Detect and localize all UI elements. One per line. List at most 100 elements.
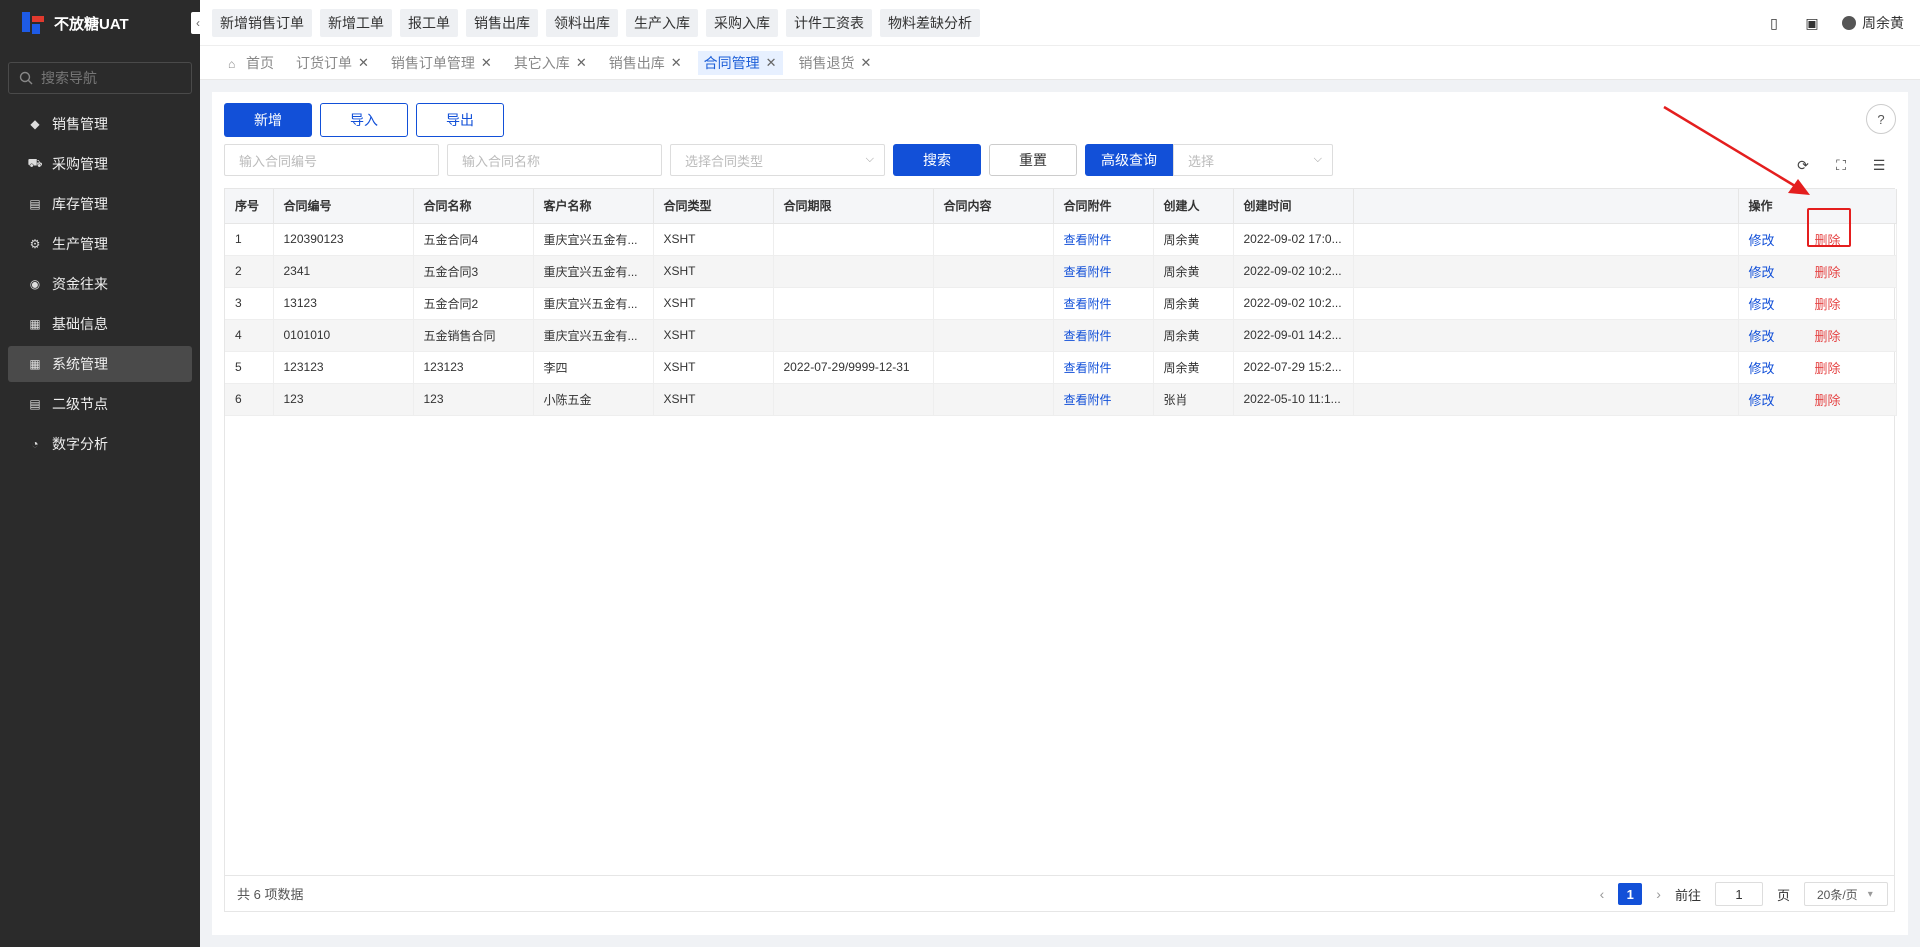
close-icon[interactable]: ✕ bbox=[481, 55, 492, 71]
delete-link[interactable]: 删除 bbox=[1815, 294, 1841, 313]
table-cell bbox=[773, 319, 934, 352]
fullscreen-icon[interactable]: ⛶ bbox=[1832, 156, 1850, 174]
sidebar-item[interactable]: ▦ 系统管理 bbox=[8, 346, 192, 382]
sidebar-item[interactable]: ⛟ 采购管理 bbox=[8, 146, 192, 182]
app-logo[interactable]: 不放糖UAT bbox=[0, 0, 200, 46]
table-cell: 周余黄 bbox=[1153, 223, 1234, 256]
sidebar-item-label: 销售管理 bbox=[52, 116, 108, 132]
quick-button[interactable]: 生产入库 bbox=[626, 8, 698, 37]
contract-no-input[interactable]: 输入合同编号 bbox=[224, 144, 439, 176]
sidebar-item[interactable]: ▦ 基础信息 bbox=[8, 306, 192, 342]
mobile-icon[interactable]: ▯ bbox=[1766, 15, 1782, 31]
sidebar-item-label: 生产管理 bbox=[52, 236, 108, 252]
column-header: 创建人 bbox=[1153, 189, 1234, 224]
contract-name-input[interactable]: 输入合同名称 bbox=[447, 144, 662, 176]
table-row: 2 2341 五金合同3 重庆宜兴五金有... XSHT 查看附件 周余黄 2022-09-0… bbox=[225, 255, 1897, 288]
advanced-query-button[interactable]: 高级查询 bbox=[1085, 144, 1173, 176]
delete-link[interactable]: 删除 bbox=[1815, 358, 1841, 377]
user-name: 周余黄 bbox=[1862, 15, 1904, 31]
help-icon[interactable]: ? bbox=[1866, 104, 1896, 134]
advanced-select[interactable]: 选择 ⌵ bbox=[1173, 144, 1333, 176]
table-cell: XSHT bbox=[653, 351, 774, 384]
row-actions: 修改 删除 bbox=[1738, 319, 1897, 352]
delete-link[interactable]: 删除 bbox=[1815, 262, 1841, 281]
edit-link[interactable]: 修改 bbox=[1749, 358, 1775, 377]
tab[interactable]: 订货订单 ✕ bbox=[290, 51, 375, 75]
table-cell: 6 bbox=[225, 383, 274, 416]
goto-prefix: 前往 bbox=[1674, 887, 1701, 903]
reset-button[interactable]: 重置 bbox=[989, 144, 1077, 176]
sidebar-item[interactable]: ▤ 二级节点 bbox=[8, 386, 192, 422]
quick-button[interactable]: 新增销售订单 bbox=[212, 8, 312, 37]
table-cell: 重庆宜兴五金有... bbox=[533, 319, 654, 352]
table-cell: 2022-07-29/9999-12-31 bbox=[773, 351, 934, 384]
quick-button[interactable]: 销售出库 bbox=[466, 8, 538, 37]
screen-icon[interactable]: ▣ bbox=[1804, 15, 1820, 31]
tabs-bar: ⌂ 首页 订货订单 ✕ 销售订单管理 ✕ 其它入库 ✕ 销售出库 ✕ 合同管理 ✕ 销售退货 ✕ bbox=[200, 46, 1920, 80]
table-cell: 123123 bbox=[273, 351, 414, 384]
goto-page-input[interactable]: 1 bbox=[1714, 882, 1763, 906]
quick-button[interactable]: 报工单 bbox=[400, 8, 458, 37]
view-attachment-link[interactable]: 查看附件 bbox=[1053, 351, 1154, 384]
sidebar-item-label: 二级节点 bbox=[52, 396, 108, 412]
prev-page-icon[interactable]: ‹ bbox=[1600, 886, 1605, 902]
sidebar-item[interactable]: ◔ 数字分析 bbox=[8, 426, 192, 462]
view-attachment-link[interactable]: 查看附件 bbox=[1053, 255, 1154, 288]
quick-button[interactable]: 采购入库 bbox=[706, 8, 778, 37]
next-page-icon[interactable]: › bbox=[1656, 886, 1661, 902]
quick-button[interactable]: 物料差缺分析 bbox=[880, 8, 980, 37]
tab[interactable]: ⌂ 首页 bbox=[222, 51, 280, 75]
tab[interactable]: 销售订单管理 ✕ bbox=[385, 51, 498, 75]
close-icon[interactable]: ✕ bbox=[766, 55, 777, 71]
view-attachment-link[interactable]: 查看附件 bbox=[1053, 287, 1154, 320]
view-attachment-link[interactable]: 查看附件 bbox=[1053, 223, 1154, 256]
quick-button[interactable]: 新增工单 bbox=[320, 8, 392, 37]
sidebar-item[interactable]: ⚙ 生产管理 bbox=[8, 226, 192, 262]
table-cell: 0101010 bbox=[273, 319, 414, 352]
table-cell: 2022-09-02 17:0... bbox=[1233, 223, 1354, 256]
nav-search[interactable] bbox=[8, 62, 192, 94]
sidebar-item-label: 库存管理 bbox=[52, 196, 108, 212]
table-row: 6 123 123 小陈五金 XSHT 查看附件 张肖 2022-05-10 11:1... 修… bbox=[225, 383, 1897, 416]
table-cell: XSHT bbox=[653, 319, 774, 352]
sidebar-item[interactable]: ▤ 库存管理 bbox=[8, 186, 192, 222]
tab[interactable]: 销售退货 ✕ bbox=[793, 51, 878, 75]
table-cell: XSHT bbox=[653, 255, 774, 288]
delete-link[interactable]: 删除 bbox=[1815, 390, 1841, 409]
advanced-select-placeholder: 选择 bbox=[1188, 153, 1215, 169]
import-button[interactable]: 导入 bbox=[320, 103, 408, 137]
close-icon[interactable]: ✕ bbox=[358, 55, 369, 71]
sidebar-item[interactable]: ◉ 资金往来 bbox=[8, 266, 192, 302]
view-attachment-link[interactable]: 查看附件 bbox=[1053, 319, 1154, 352]
row-actions: 修改 删除 bbox=[1738, 351, 1897, 384]
export-button[interactable]: 导出 bbox=[416, 103, 504, 137]
edit-link[interactable]: 修改 bbox=[1749, 230, 1775, 249]
page-size-select[interactable]: 20条/页 ▾ bbox=[1804, 882, 1888, 906]
tab-label: 订货订单 bbox=[296, 54, 352, 71]
grid-icon: ▦ bbox=[29, 357, 41, 371]
close-icon[interactable]: ✕ bbox=[576, 55, 587, 71]
table-cell: XSHT bbox=[653, 223, 774, 256]
table-cell: 李四 bbox=[533, 351, 654, 384]
search-button[interactable]: 搜索 bbox=[893, 144, 981, 176]
edit-link[interactable]: 修改 bbox=[1749, 390, 1775, 409]
quick-button[interactable]: 领料出库 bbox=[546, 8, 618, 37]
view-attachment-link[interactable]: 查看附件 bbox=[1053, 383, 1154, 416]
add-button[interactable]: 新增 bbox=[224, 103, 312, 137]
close-icon[interactable]: ✕ bbox=[671, 55, 682, 71]
delete-link[interactable]: 删除 bbox=[1815, 326, 1841, 345]
edit-link[interactable]: 修改 bbox=[1749, 326, 1775, 345]
tab[interactable]: 合同管理 ✕ bbox=[697, 50, 783, 75]
contract-type-select[interactable]: 选择合同类型 ⌵ bbox=[670, 144, 885, 176]
user-menu[interactable]: 周余黄 bbox=[1842, 13, 1904, 33]
quick-button[interactable]: 计件工资表 bbox=[786, 8, 872, 37]
nav-search-input[interactable] bbox=[41, 70, 181, 86]
sidebar-item[interactable]: ◆ 销售管理 bbox=[8, 106, 192, 142]
column-settings-icon[interactable]: ☰ bbox=[1870, 156, 1888, 174]
page-number-current[interactable]: 1 bbox=[1618, 883, 1643, 905]
close-icon[interactable]: ✕ bbox=[861, 55, 872, 71]
tab[interactable]: 其它入库 ✕ bbox=[508, 51, 593, 75]
edit-link[interactable]: 修改 bbox=[1749, 294, 1775, 313]
edit-link[interactable]: 修改 bbox=[1749, 262, 1775, 281]
tab[interactable]: 销售出库 ✕ bbox=[603, 51, 688, 75]
